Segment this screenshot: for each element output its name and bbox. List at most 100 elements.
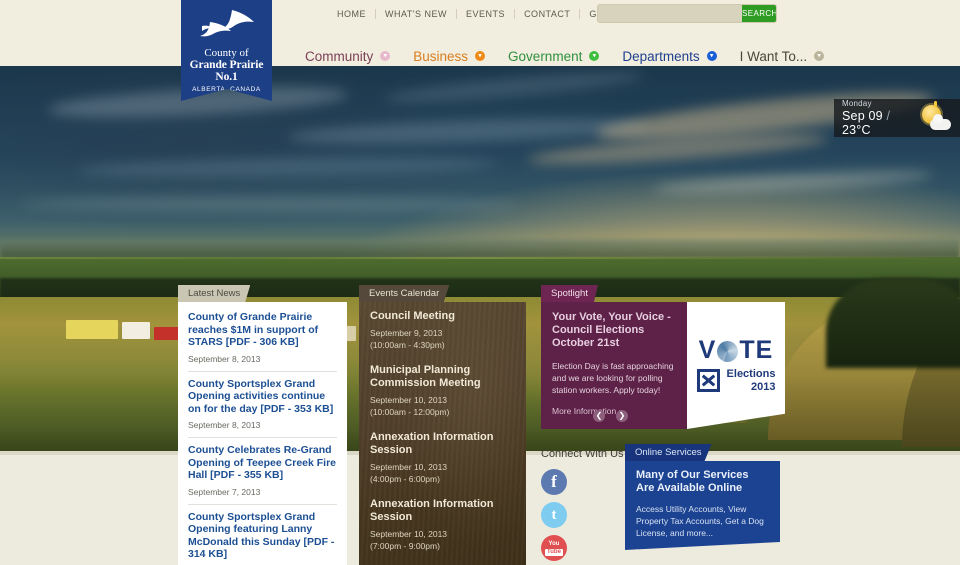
ballot-check-icon bbox=[696, 369, 720, 392]
elections-year: 2013 bbox=[750, 380, 776, 393]
youtube-glyph-bottom: Tube bbox=[545, 548, 563, 556]
event-date: September 10, 2013 (7:00pm - 9:00pm) bbox=[370, 529, 515, 552]
sun-cloud-icon bbox=[918, 101, 952, 133]
nav-item-i-want-to[interactable]: I Want To... bbox=[740, 49, 825, 64]
event-title[interactable]: Annexation Information Session bbox=[370, 431, 515, 457]
event-title[interactable]: Council Meeting bbox=[370, 310, 515, 323]
search-button[interactable]: SEARCH bbox=[742, 5, 776, 22]
vote-wordmark: V TE bbox=[698, 335, 774, 364]
weather-text: Monday Sep 09 / 23°C bbox=[842, 99, 918, 137]
chevron-down-icon bbox=[589, 51, 600, 61]
nav-label-i-want-to: I Want To... bbox=[739, 48, 808, 64]
nav-label-government: Government bbox=[508, 48, 583, 64]
site-logo[interactable]: County of Grande Prairie No.1 ALBERTA, C… bbox=[181, 0, 272, 101]
facebook-glyph: f bbox=[551, 472, 557, 491]
page-root: HOME WHAT'S NEW EVENTS CONTACT GOOGLE TR… bbox=[0, 0, 960, 565]
twitter-icon[interactable]: t bbox=[541, 502, 567, 528]
online-services-panel: Many of Our Services Are Available Onlin… bbox=[625, 461, 780, 550]
flying-geese-icon bbox=[181, 6, 272, 46]
vote-promo-bottom: Elections 2013 bbox=[696, 368, 776, 394]
event-item: Council Meeting September 9, 2013 (10:00… bbox=[370, 310, 515, 351]
weather-date: Sep 09 bbox=[842, 109, 883, 123]
spotlight-body: Election Day is fast approaching and we … bbox=[552, 361, 674, 395]
youtube-icon[interactable]: You Tube bbox=[541, 535, 567, 561]
event-date: September 9, 2013 (10:00am - 4:30pm) bbox=[370, 328, 515, 351]
news-title[interactable]: County Sportsplex Grand Opening featurin… bbox=[188, 511, 337, 561]
weather-date-temp: Sep 09 / 23°C bbox=[842, 109, 918, 137]
utility-nav-whats-new[interactable]: WHAT'S NEW bbox=[376, 9, 458, 19]
globe-icon bbox=[717, 340, 739, 362]
chevron-left-icon[interactable]: ❮ bbox=[593, 410, 605, 422]
nav-item-business[interactable]: Business bbox=[413, 48, 486, 64]
online-services-tab[interactable]: Online Services bbox=[625, 444, 712, 461]
logo-line-2: Grande Prairie No.1 bbox=[189, 59, 264, 83]
spotlight-panel: Your Vote, Your Voice - Council Election… bbox=[541, 302, 785, 429]
news-item: County Celebrates Re-Grand Opening of Te… bbox=[188, 438, 337, 505]
chevron-down-icon bbox=[814, 51, 825, 61]
connect-heading: Connect With Us bbox=[541, 448, 624, 460]
search-input[interactable] bbox=[598, 5, 742, 22]
online-services-more-link[interactable]: More Information » bbox=[636, 547, 769, 550]
weather-day: Monday bbox=[842, 99, 872, 108]
events-calendar-tab[interactable]: Events Calendar bbox=[359, 285, 450, 302]
cloud-shape bbox=[930, 114, 951, 130]
news-item: County Sportsplex Grand Opening featurin… bbox=[188, 505, 337, 565]
elections-label: Elections bbox=[726, 367, 776, 380]
weather-widget[interactable]: Monday Sep 09 / 23°C bbox=[834, 99, 960, 137]
weather-separator: / bbox=[886, 109, 891, 123]
news-title[interactable]: County of Grande Prairie reaches $1M in … bbox=[188, 311, 337, 349]
social-links: f t You Tube bbox=[541, 469, 624, 561]
event-date-text: September 10, 2013 bbox=[370, 529, 448, 539]
twitter-glyph: t bbox=[551, 506, 557, 523]
event-date: September 10, 2013 (10:00am - 12:00pm) bbox=[370, 395, 515, 418]
spotlight-promo-image[interactable]: V TE Elections 2013 bbox=[687, 302, 785, 429]
event-time-text: (10:00am - 4:30pm) bbox=[370, 339, 445, 350]
news-title[interactable]: County Sportsplex Grand Opening activiti… bbox=[188, 378, 337, 416]
nav-item-community[interactable]: Community bbox=[305, 48, 391, 64]
utility-nav-home[interactable]: HOME bbox=[337, 9, 376, 19]
chevron-down-icon bbox=[380, 51, 391, 61]
event-time-text: (4:00pm - 6:00pm) bbox=[370, 473, 440, 484]
event-date-text: September 9, 2013 bbox=[370, 328, 443, 338]
elections-text: Elections 2013 bbox=[727, 368, 776, 394]
utility-nav-events[interactable]: EVENTS bbox=[457, 9, 516, 19]
spotlight-content: Your Vote, Your Voice - Council Election… bbox=[541, 302, 687, 429]
nav-label-business: Business bbox=[413, 48, 469, 64]
youtube-glyph-top: You bbox=[548, 540, 560, 547]
header-bar: HOME WHAT'S NEW EVENTS CONTACT GOOGLE TR… bbox=[0, 0, 960, 66]
connect-with-us: Connect With Us f t You Tube bbox=[541, 448, 624, 561]
utility-nav-contact[interactable]: CONTACT bbox=[515, 9, 581, 19]
event-date: September 10, 2013 (4:00pm - 6:00pm) bbox=[370, 462, 515, 485]
event-date-text: September 10, 2013 bbox=[370, 462, 448, 472]
news-date: September 8, 2013 bbox=[188, 420, 261, 430]
main-nav: Community Business Government Department… bbox=[305, 45, 847, 67]
weather-temperature: 23°C bbox=[842, 123, 871, 137]
event-date-text: September 10, 2013 bbox=[370, 395, 448, 405]
news-item: County of Grande Prairie reaches $1M in … bbox=[188, 309, 337, 372]
online-services-body: Access Utility Accounts, View Property T… bbox=[636, 504, 764, 538]
event-item: Municipal Planning Commission Meeting Se… bbox=[370, 364, 515, 418]
spotlight-tab[interactable]: Spotlight bbox=[541, 285, 598, 302]
news-date: September 7, 2013 bbox=[188, 486, 261, 497]
latest-news-tab[interactable]: Latest News bbox=[178, 285, 251, 302]
facebook-icon[interactable]: f bbox=[541, 469, 567, 495]
news-item: County Sportsplex Grand Opening activiti… bbox=[188, 372, 337, 438]
vote-letter-v: V bbox=[698, 335, 717, 364]
nav-item-departments[interactable]: Departments bbox=[622, 48, 717, 64]
event-title[interactable]: Annexation Information Session bbox=[370, 498, 515, 524]
nav-label-community: Community bbox=[305, 48, 374, 64]
latest-news-panel: County of Grande Prairie reaches $1M in … bbox=[178, 302, 347, 565]
event-title[interactable]: Municipal Planning Commission Meeting bbox=[370, 364, 515, 390]
nav-label-departments: Departments bbox=[622, 48, 700, 64]
chevron-down-icon bbox=[706, 51, 717, 61]
search-bar[interactable]: SEARCH bbox=[597, 4, 777, 23]
news-title[interactable]: County Celebrates Re-Grand Opening of Te… bbox=[188, 444, 337, 482]
event-time-text: (10:00am - 12:00pm) bbox=[370, 406, 450, 417]
nav-item-government[interactable]: Government bbox=[508, 48, 600, 64]
event-item: Annexation Information Session September… bbox=[370, 431, 515, 485]
spotlight-carousel-controls: ❮ ❯ bbox=[593, 410, 628, 422]
event-item: Annexation Information Session September… bbox=[370, 498, 515, 552]
event-time-text: (7:00pm - 9:00pm) bbox=[370, 540, 440, 551]
chevron-right-icon[interactable]: ❯ bbox=[616, 410, 628, 422]
vote-letters-te: TE bbox=[739, 335, 774, 364]
